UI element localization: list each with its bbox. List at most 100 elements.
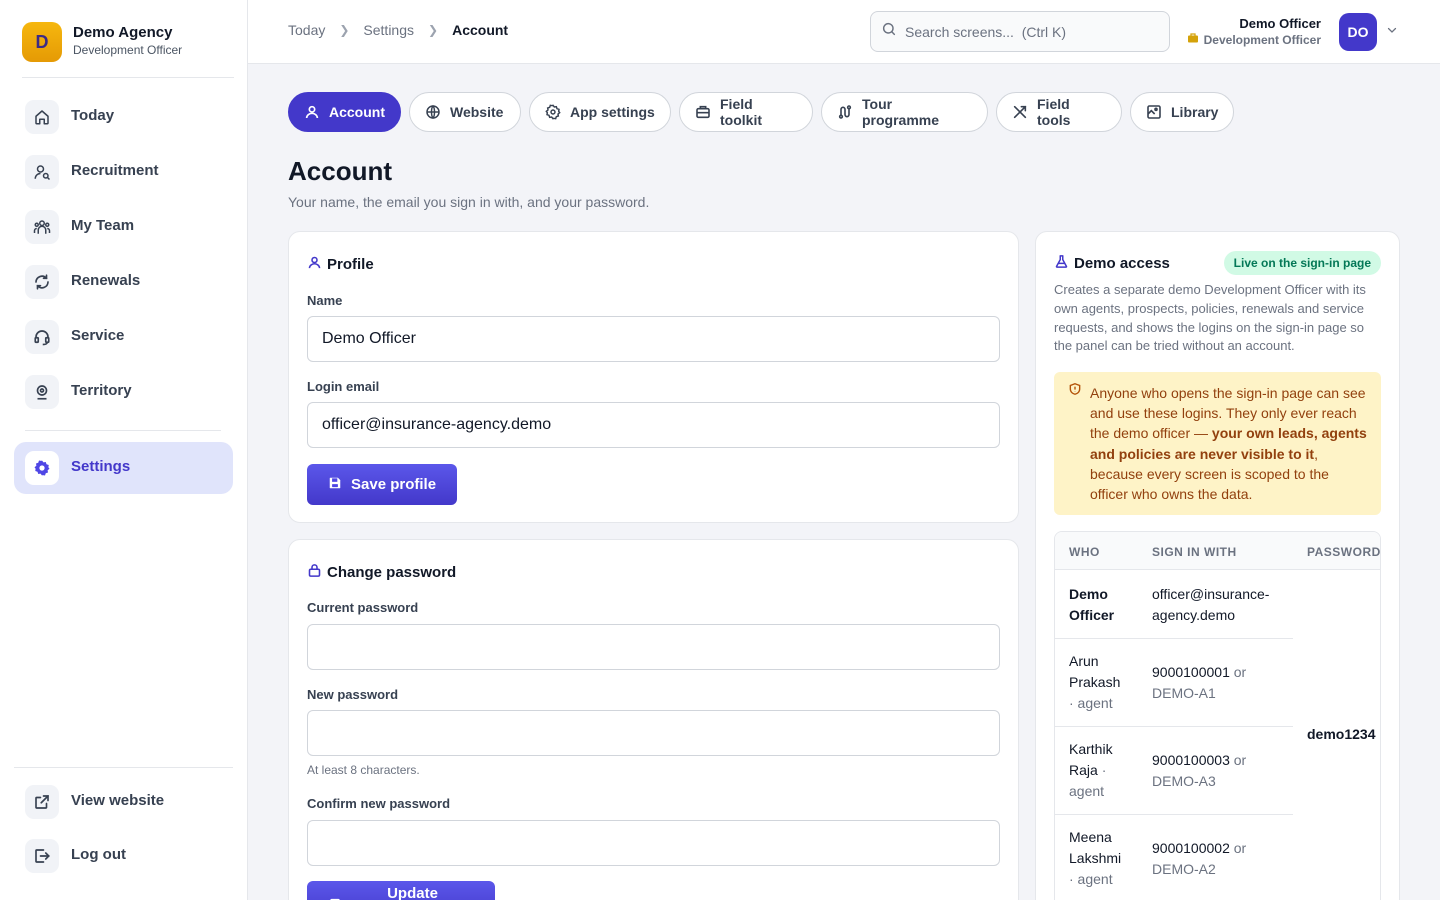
table-row: Arun Prakash · agent 9000100001 or DEMO-A1 bbox=[1055, 639, 1293, 727]
briefcase-icon bbox=[1187, 32, 1199, 47]
tab-app-settings[interactable]: App settings bbox=[529, 92, 671, 132]
breadcrumb-today[interactable]: Today bbox=[288, 22, 325, 38]
row-who: Karthik Raja · agent bbox=[1069, 741, 1113, 799]
tab-label: Tour programme bbox=[862, 96, 940, 128]
new-password-field[interactable] bbox=[307, 710, 1000, 756]
warning-box: Anyone who opens the sign-in page can se… bbox=[1054, 372, 1381, 515]
brand: D Demo Agency Development Officer bbox=[22, 22, 234, 78]
lock-icon bbox=[307, 563, 322, 582]
column-header-sign-in: SIGN IN WITH bbox=[1152, 545, 1237, 559]
row-sign-in: officer@insurance-agency.demo bbox=[1152, 586, 1270, 623]
sidebar-item-label: My Team bbox=[71, 217, 135, 234]
flask-icon bbox=[1054, 254, 1069, 273]
sidebar-item-recruitment[interactable]: Recruitment bbox=[14, 146, 233, 198]
headset-icon bbox=[25, 320, 59, 354]
user-icon bbox=[307, 255, 322, 274]
refresh-icon bbox=[25, 265, 59, 299]
name-label: Name bbox=[307, 293, 343, 308]
brand-logo: D bbox=[22, 22, 62, 62]
update-password-button[interactable]: Update password bbox=[307, 881, 495, 900]
topbar: Today ❯ Settings ❯ Account Demo Officer … bbox=[248, 0, 1440, 64]
gear-icon bbox=[25, 451, 59, 485]
row-sign-in: 9000100003 or DEMO-A3 bbox=[1152, 752, 1247, 789]
tab-tour-programme[interactable]: Tour programme bbox=[821, 92, 988, 132]
sidebar-item-label: Recruitment bbox=[71, 162, 159, 179]
save-profile-label: Save profile bbox=[351, 476, 437, 493]
column-header-who: WHO bbox=[1069, 545, 1100, 559]
breadcrumb-account: Account bbox=[452, 22, 509, 38]
demo-password: demo1234 bbox=[1307, 726, 1376, 742]
user-role-label: Development Officer bbox=[1203, 32, 1321, 47]
sidebar-item-view-website[interactable]: View website bbox=[14, 776, 233, 828]
breadcrumb-settings[interactable]: Settings bbox=[363, 22, 414, 38]
profile-card: Profile Name Login email Save profile bbox=[288, 231, 1019, 523]
email-label: Login email bbox=[307, 379, 380, 394]
page-subtitle: Your name, the email you sign in with, a… bbox=[288, 194, 650, 210]
search-input[interactable] bbox=[905, 23, 1155, 40]
sidebar-item-my-team[interactable]: My Team bbox=[14, 201, 233, 253]
save-profile-button[interactable]: Save profile bbox=[307, 464, 458, 505]
sidebar-item-service[interactable]: Service bbox=[14, 311, 233, 363]
sidebar-item-log-out[interactable]: Log out bbox=[14, 830, 233, 882]
profile-title-label: Profile bbox=[327, 256, 374, 273]
search-box[interactable] bbox=[870, 11, 1170, 52]
row-who: Meena Lakshmi · agent bbox=[1069, 829, 1122, 887]
demo-description: Creates a separate demo Development Offi… bbox=[1054, 282, 1366, 354]
logout-icon bbox=[25, 839, 59, 873]
column-header-password: PASSWORD bbox=[1307, 545, 1381, 559]
email-field[interactable] bbox=[307, 402, 1000, 448]
password-title: Change password bbox=[307, 563, 456, 582]
row-who: Arun Prakash · agent bbox=[1069, 653, 1121, 711]
tab-account[interactable]: Account bbox=[288, 92, 401, 132]
user-name: Demo Officer bbox=[1239, 16, 1321, 31]
sidebar: D Demo Agency Development Officer Today … bbox=[0, 0, 248, 900]
lock-icon bbox=[328, 893, 342, 900]
confirm-password-field[interactable] bbox=[307, 820, 1000, 866]
demo-title: Demo access bbox=[1054, 254, 1170, 273]
sidebar-item-settings[interactable]: Settings bbox=[14, 442, 233, 494]
tab-field-toolkit[interactable]: Field toolkit bbox=[679, 92, 813, 132]
user-search-icon bbox=[25, 155, 59, 189]
table-row: Demo Officer officer@insurance-agency.de… bbox=[1055, 571, 1293, 639]
sidebar-item-today[interactable]: Today bbox=[14, 91, 233, 143]
chevron-right-icon: ❯ bbox=[428, 23, 439, 37]
sidebar-item-renewals[interactable]: Renewals bbox=[14, 256, 233, 308]
chevron-down-icon[interactable] bbox=[1386, 23, 1398, 41]
chevron-right-icon: ❯ bbox=[339, 23, 350, 37]
sidebar-item-territory[interactable]: Territory bbox=[14, 366, 233, 418]
sidebar-item-label: View website bbox=[71, 792, 165, 809]
tab-website[interactable]: Website bbox=[409, 92, 521, 132]
library-icon bbox=[1146, 104, 1162, 120]
page-title: Account bbox=[288, 156, 392, 186]
row-sign-in: 9000100001 or DEMO-A1 bbox=[1152, 664, 1247, 701]
brand-role: Development Officer bbox=[73, 43, 183, 57]
warning-text: Anyone who opens the sign-in page can se… bbox=[1090, 385, 1367, 503]
sidebar-divider bbox=[14, 767, 233, 768]
tab-label: Field tools bbox=[1037, 96, 1071, 128]
profile-title: Profile bbox=[307, 255, 374, 274]
sidebar-divider bbox=[25, 430, 221, 431]
tab-field-tools[interactable]: Field tools bbox=[996, 92, 1122, 132]
home-icon bbox=[25, 100, 59, 134]
sidebar-item-label: Renewals bbox=[71, 272, 141, 289]
status-badge: Live on the sign-in page bbox=[1223, 251, 1381, 275]
table-header: WHO SIGN IN WITH PASSWORD bbox=[1055, 532, 1380, 570]
sidebar-item-label: Log out bbox=[71, 846, 126, 863]
external-link-icon bbox=[25, 785, 59, 819]
globe-icon bbox=[425, 104, 441, 120]
current-password-field[interactable] bbox=[307, 624, 1000, 670]
tab-label: Website bbox=[450, 104, 504, 120]
sidebar-item-label: Today bbox=[71, 107, 115, 124]
demo-title-label: Demo access bbox=[1074, 255, 1170, 272]
save-icon bbox=[328, 476, 342, 494]
brand-name: Demo Agency bbox=[73, 24, 173, 41]
search-icon bbox=[881, 21, 897, 42]
avatar[interactable]: DO bbox=[1339, 13, 1377, 51]
tab-library[interactable]: Library bbox=[1130, 92, 1234, 132]
current-password-label: Current password bbox=[307, 600, 419, 615]
name-field[interactable] bbox=[307, 316, 1000, 362]
table-row: Meena Lakshmi · agent 9000100002 or DEMO-A… bbox=[1055, 815, 1293, 900]
sidebar-item-label: Settings bbox=[71, 458, 131, 475]
new-password-label: New password bbox=[307, 687, 399, 702]
gear-icon bbox=[545, 104, 561, 120]
